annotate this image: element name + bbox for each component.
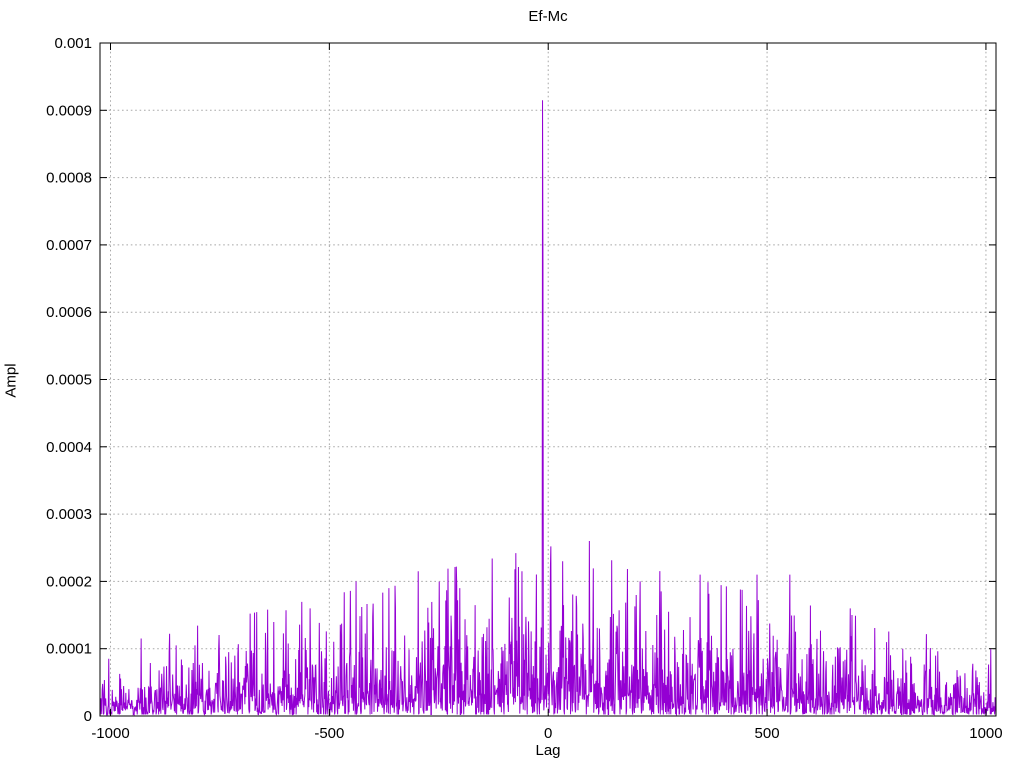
chart-title: Ef-Mc [528, 8, 568, 25]
y-tick-label: 0.0006 [46, 304, 92, 321]
series-line [99, 100, 997, 717]
y-tick-label: 0.0001 [46, 641, 92, 658]
y-axis-label: Ampl [2, 363, 20, 398]
x-tick-label: -1000 [91, 725, 129, 742]
y-tick-label: 0.0003 [46, 506, 92, 523]
x-tick-label: 0 [544, 725, 552, 742]
chart-canvas: Ef-Mc Ampl -1000 -500 0 500 1000 0 0.0001 0.000… [0, 0, 1024, 768]
y-tick-label: 0.0009 [46, 102, 92, 119]
x-tick-label: 1000 [969, 725, 1002, 742]
y-tick-label: 0.0008 [46, 170, 92, 187]
y-tick-label: 0.001 [54, 35, 92, 52]
y-tick-label: 0.0004 [46, 439, 92, 456]
x-tick-label: 500 [755, 725, 780, 742]
y-tick-label: 0 [84, 708, 92, 725]
y-tick-label: 0.0002 [46, 573, 92, 590]
x-tick-label: -500 [314, 725, 344, 742]
plot-svg: -1000 -500 0 500 1000 0 0.0001 0.0002 0.0003 0.00… [46, 35, 1003, 742]
y-tick-label: 0.0007 [46, 237, 92, 254]
x-axis-label: Lag [535, 742, 561, 759]
y-tick-label: 0.0005 [46, 372, 92, 389]
